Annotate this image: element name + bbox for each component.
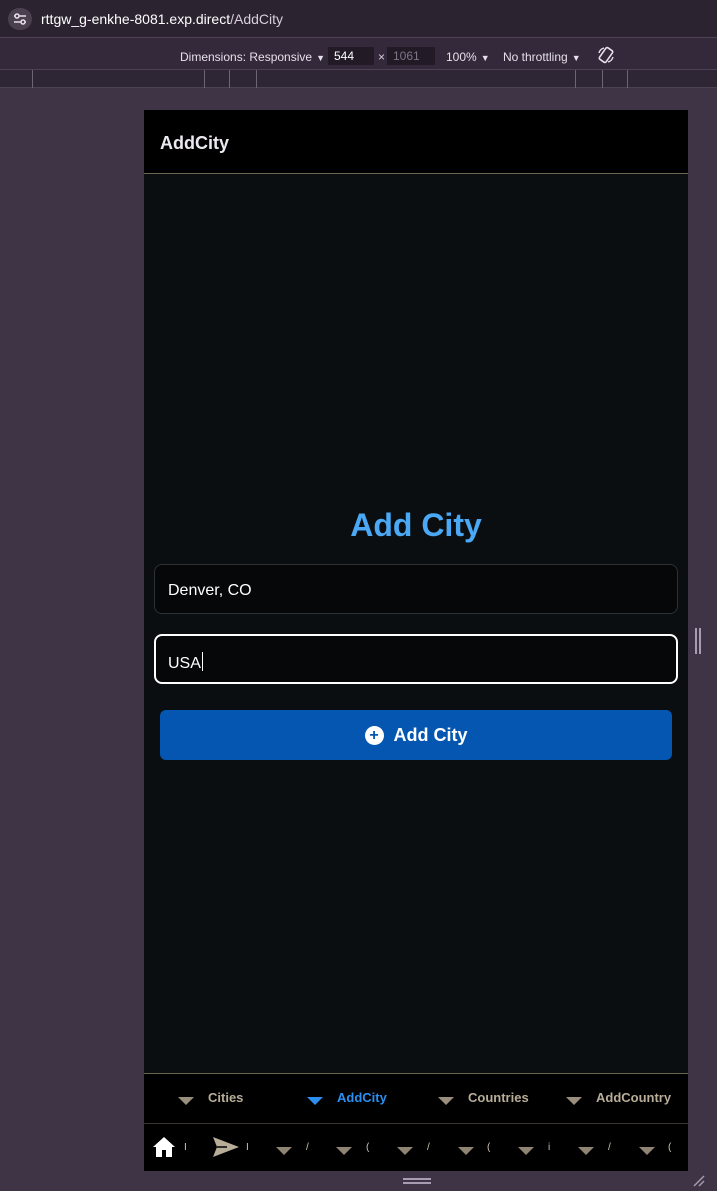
triangle-icon[interactable]	[578, 1147, 594, 1155]
device-viewport: AddCity Add City Denver, CO USA + Add Ci…	[144, 110, 688, 1171]
triangle-icon[interactable]	[336, 1147, 352, 1155]
tab-label: Countries	[468, 1090, 529, 1105]
site-settings-icon[interactable]	[8, 8, 32, 30]
nav-glyph: i	[548, 1142, 551, 1153]
resize-handle-right[interactable]	[695, 628, 701, 654]
nav-glyph: /	[608, 1142, 611, 1153]
triangle-icon	[178, 1097, 194, 1105]
nav-glyph: I	[246, 1142, 249, 1153]
url-text[interactable]: rttgw_g-enkhe-8081.exp.direct/AddCity	[41, 11, 283, 27]
add-city-button[interactable]: + Add City	[160, 710, 672, 760]
nav-glyph: /	[427, 1142, 430, 1153]
rotate-icon[interactable]	[597, 46, 615, 64]
tab-addcity[interactable]: AddCity	[307, 1090, 387, 1105]
nav-glyph: (	[668, 1142, 672, 1153]
zoom-label: 100%	[446, 50, 477, 64]
tab-cities[interactable]: Cities	[178, 1090, 244, 1105]
tab-addcountry[interactable]: AddCountry	[566, 1090, 672, 1105]
url-path: /AddCity	[230, 11, 284, 27]
chevron-down-icon: ▼	[316, 53, 325, 63]
nav-glyph: I	[184, 1142, 187, 1153]
dimensions-dropdown[interactable]: Dimensions: Responsive ▼	[180, 50, 325, 64]
throttling-dropdown[interactable]: No throttling ▼	[503, 50, 581, 64]
triangle-icon[interactable]	[518, 1147, 534, 1155]
resize-handle-bottom[interactable]	[403, 1178, 431, 1184]
country-input[interactable]: USA	[154, 634, 678, 684]
app-header: AddCity	[144, 110, 688, 174]
times-glyph: ×	[378, 50, 386, 64]
triangle-icon[interactable]	[639, 1147, 655, 1155]
text-cursor	[201, 652, 203, 671]
triangle-icon	[566, 1097, 582, 1105]
city-name-value: Denver, CO	[168, 582, 252, 599]
throttling-label: No throttling	[503, 50, 568, 64]
dimensions-label: Dimensions: Responsive	[180, 50, 313, 64]
send-icon[interactable]	[212, 1136, 240, 1158]
chevron-down-icon: ▼	[571, 53, 581, 63]
height-input[interactable]: 1061	[387, 47, 435, 65]
url-host: rttgw_g-enkhe-8081.exp.direct	[41, 11, 231, 27]
triangle-icon[interactable]	[458, 1147, 474, 1155]
bottom-nav-bar: I I / ( / ( i / (	[144, 1123, 688, 1171]
chevron-down-icon: ▼	[480, 53, 490, 63]
tab-label: Cities	[208, 1090, 244, 1105]
city-name-input[interactable]: Denver, CO	[154, 564, 678, 614]
page-heading: Add City	[350, 507, 482, 543]
devtools-ruler	[0, 70, 717, 88]
tab-countries[interactable]: Countries	[438, 1090, 529, 1105]
resize-corner-icon[interactable]	[693, 1175, 705, 1187]
width-input[interactable]: 544	[328, 47, 374, 65]
nav-glyph: (	[487, 1142, 491, 1153]
browser-address-bar[interactable]: rttgw_g-enkhe-8081.exp.direct/AddCity	[0, 0, 717, 38]
tab-label: AddCountry	[596, 1090, 672, 1105]
country-value: USA	[168, 655, 201, 672]
header-title: AddCity	[160, 133, 229, 153]
home-icon[interactable]	[152, 1136, 176, 1158]
triangle-icon	[307, 1097, 323, 1105]
nav-glyph: /	[306, 1142, 309, 1153]
nav-glyph: (	[366, 1142, 370, 1153]
zoom-dropdown[interactable]: 100% ▼	[446, 50, 490, 64]
triangle-icon[interactable]	[276, 1147, 292, 1155]
add-city-button-label: Add City	[393, 724, 468, 745]
tab-label: AddCity	[337, 1090, 387, 1105]
triangle-icon[interactable]	[397, 1147, 413, 1155]
triangle-icon	[438, 1097, 454, 1105]
plus-circle-icon: +	[364, 725, 384, 745]
tab-bar: Cities AddCity Countries AddCountry	[144, 1073, 688, 1123]
